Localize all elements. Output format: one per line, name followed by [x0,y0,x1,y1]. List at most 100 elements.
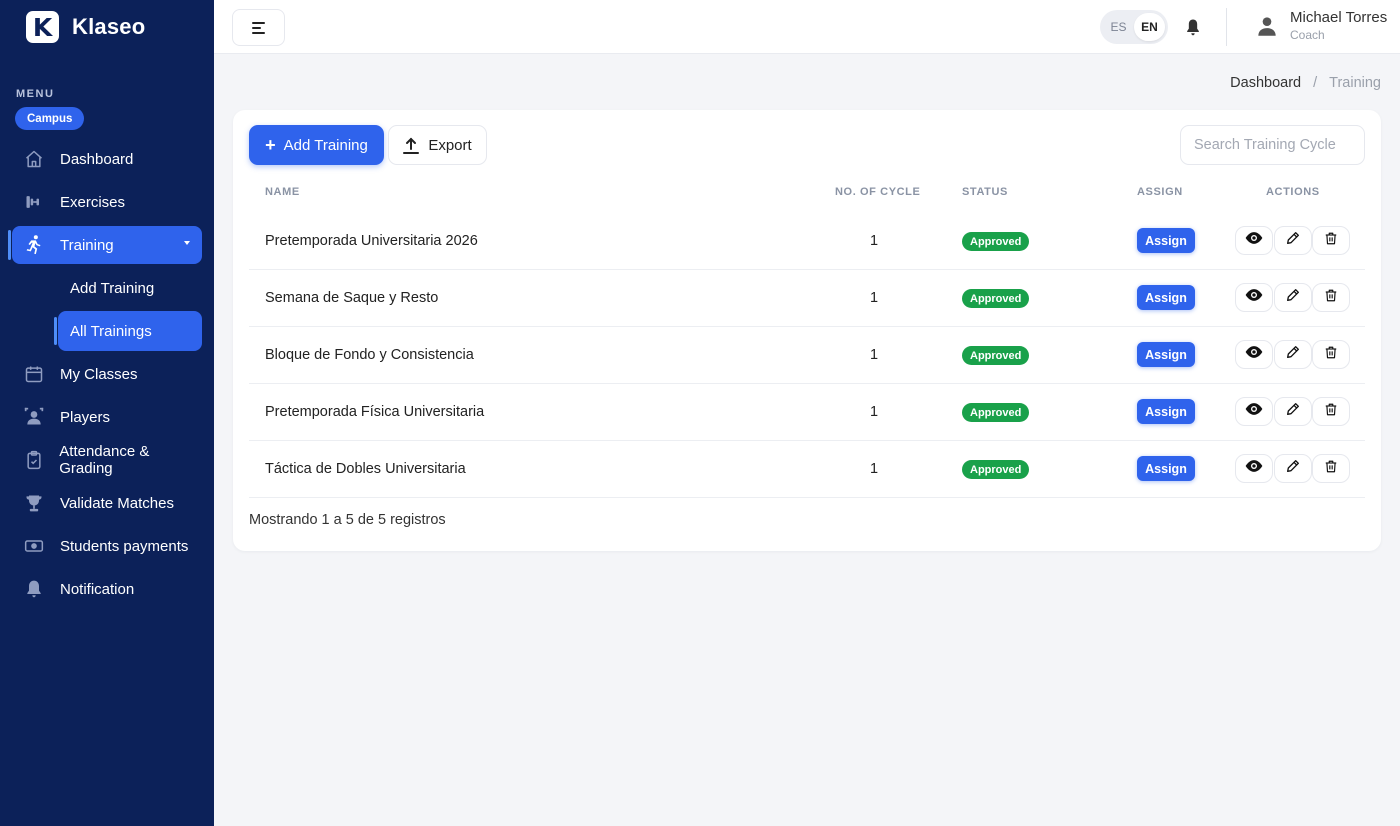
cycle-count: 1 [869,461,879,477]
delete-button[interactable] [1312,397,1350,426]
add-training-button[interactable]: + Add Training [249,125,384,165]
language-switch[interactable]: ES EN [1100,10,1168,44]
home-icon [23,148,45,170]
bell-icon [23,578,45,600]
plus-icon: + [265,135,276,155]
edit-button[interactable] [1274,283,1312,312]
eye-icon [1244,345,1264,364]
divider [1226,8,1227,46]
topbar: ES EN Michael Torres Coach [214,0,1400,54]
view-button[interactable] [1235,283,1273,312]
training-name[interactable]: Pretemporada Universitaria 2026 [265,213,478,269]
assign-button[interactable]: Assign [1137,456,1195,481]
delete-button[interactable] [1312,283,1350,312]
sidebar-item-notification[interactable]: Notification [12,570,202,608]
assign-button[interactable]: Assign [1137,228,1195,253]
breadcrumb-home-link[interactable]: Dashboard [1230,75,1301,91]
pencil-icon [1285,344,1301,365]
trash-icon [1324,288,1338,308]
delete-button[interactable] [1312,226,1350,255]
clipboard-check-icon [23,449,44,471]
view-button[interactable] [1235,397,1273,426]
calendar-icon [23,363,45,385]
dumbbell-icon [23,191,45,213]
search-input[interactable] [1180,125,1365,165]
assign-button[interactable]: Assign [1137,285,1195,310]
lang-option-es[interactable]: ES [1103,13,1134,41]
training-name[interactable]: Semana de Saque y Resto [265,270,438,326]
table-row[interactable]: Pretemporada Universitaria 2026 1 Approved… [249,213,1365,270]
trash-icon [1324,459,1338,479]
add-training-label: Add Training [283,136,368,154]
table-row[interactable]: Bloque de Fondo y Consistencia 1 Approved A… [249,327,1365,384]
breadcrumb: Dashboard / Training [1230,75,1381,91]
eye-icon [1244,288,1264,307]
hamburger-icon [251,21,265,34]
campus-badge[interactable]: Campus [15,107,85,130]
lang-option-en[interactable]: EN [1134,13,1165,41]
column-header-actions: ACTIONS [1266,186,1320,198]
assign-button[interactable]: Assign [1137,342,1195,367]
table-row[interactable]: Táctica de Dobles Universitaria 1 Approved… [249,441,1365,498]
breadcrumb-separator: / [1313,75,1318,91]
view-button[interactable] [1235,454,1273,483]
brand-logo[interactable]: K Klaseo [26,11,145,43]
sidebar-item-dashboard[interactable]: Dashboard [12,140,202,178]
caret-down-icon [184,241,190,245]
user-avatar-icon[interactable] [1254,13,1280,39]
pencil-icon [1285,401,1301,422]
sidebar-subitem-add-training[interactable]: Add Training [58,268,202,308]
running-icon [23,234,45,256]
sidebar-item-students-payments[interactable]: Students payments [12,527,202,565]
column-header-assign[interactable]: ASSIGN [1137,186,1183,198]
pencil-icon [1285,287,1301,308]
sidebar-item-training[interactable]: Training [8,226,202,264]
delete-button[interactable] [1312,454,1350,483]
menu-label: MENU [16,88,55,100]
trophy-icon [23,492,45,514]
edit-button[interactable] [1274,454,1312,483]
sidebar-item-label: Training [60,236,114,254]
eye-icon [1244,231,1264,250]
view-button[interactable] [1235,226,1273,255]
sidebar-subitem-all-trainings[interactable]: All Trainings [54,311,202,351]
eye-icon [1244,459,1264,478]
logo-mark: K [26,11,59,43]
notification-bell-icon[interactable] [1183,17,1203,37]
column-header-status[interactable]: STATUS [962,186,1008,198]
table-row[interactable]: Pretemporada Física Universitaria 1 Approv… [249,384,1365,441]
pagination-info: Mostrando 1 a 5 de 5 registros [249,512,446,528]
menu-toggle-button[interactable] [232,9,285,46]
view-button[interactable] [1235,340,1273,369]
sidebar-item-label: Attendance & Grading [59,443,150,477]
players-icon [23,406,45,428]
status-badge: Approved [962,289,1030,308]
edit-button[interactable] [1274,226,1312,255]
sidebar-item-label: Students payments [60,537,189,555]
training-name[interactable]: Táctica de Dobles Universitaria [265,441,466,497]
eye-icon [1244,402,1264,421]
table-row[interactable]: Semana de Saque y Resto 1 Approved Assign [249,270,1365,327]
sidebar-item-attendance[interactable]: Attendance & Grading [12,441,202,479]
edit-button[interactable] [1274,397,1312,426]
cycle-count: 1 [869,404,879,420]
sidebar-item-validate-matches[interactable]: Validate Matches [12,484,202,522]
delete-button[interactable] [1312,340,1350,369]
trash-icon [1324,345,1338,365]
edit-button[interactable] [1274,340,1312,369]
sidebar: K Klaseo MENU Campus Dashboard Exercises… [0,0,214,826]
training-name[interactable]: Bloque de Fondo y Consistencia [265,327,474,383]
column-header-cycles[interactable]: NO. OF CYCLE [835,186,920,198]
user-name[interactable]: Michael Torres [1290,9,1387,26]
cycle-count: 1 [869,233,879,249]
sidebar-item-players[interactable]: Players [12,398,202,436]
sidebar-item-exercises[interactable]: Exercises [12,183,202,221]
trainings-card: + Add Training Export NAME NO. OF CYCLE … [233,110,1381,551]
pencil-icon [1285,458,1301,479]
export-button[interactable]: Export [388,125,487,165]
training-name[interactable]: Pretemporada Física Universitaria [265,384,484,440]
sidebar-item-my-classes[interactable]: My Classes [12,355,202,393]
status-badge: Approved [962,346,1030,365]
column-header-name[interactable]: NAME [265,186,300,198]
assign-button[interactable]: Assign [1137,399,1195,424]
